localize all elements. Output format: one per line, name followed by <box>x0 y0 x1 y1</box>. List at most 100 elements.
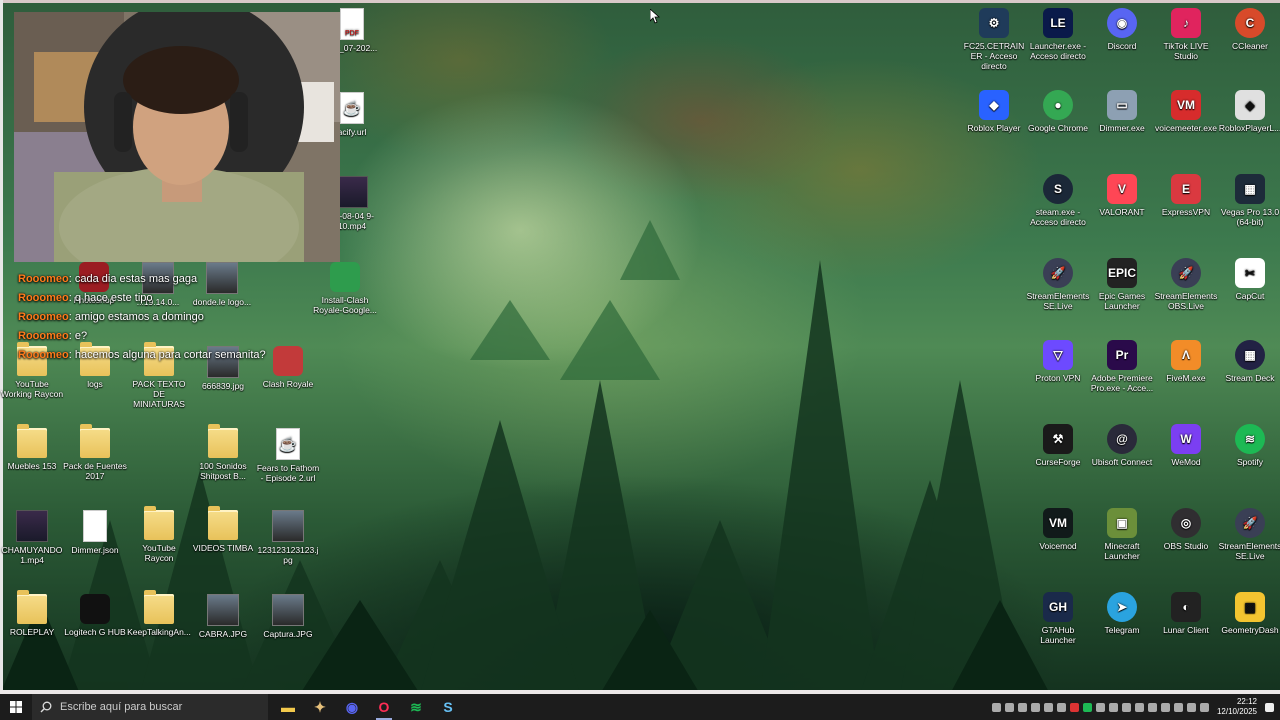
tray-icon[interactable] <box>1017 702 1027 712</box>
desktop-icon[interactable]: C CCleaner <box>1218 8 1280 51</box>
tray-icon[interactable] <box>1147 702 1157 712</box>
desktop-icon[interactable]: ◆ RobloxPlayerL... <box>1218 90 1280 133</box>
windows-logo-icon <box>10 701 22 713</box>
desktop-icon-label: logs <box>87 379 103 389</box>
desktop-icon[interactable]: @ Ubisoft Connect <box>1090 424 1154 467</box>
tray-icon[interactable] <box>1160 702 1170 712</box>
desktop-icon-label: StreamElements SE.Live <box>1218 541 1280 561</box>
desktop-icon[interactable]: ♪ TikTok LIVE Studio <box>1154 8 1218 61</box>
app-icon: ≋ <box>1235 424 1265 454</box>
desktop-icon[interactable]: ▭ Dimmer.exe <box>1090 90 1154 133</box>
desktop-icon[interactable]: ⚒ CurseForge <box>1026 424 1090 467</box>
desktop-icon[interactable]: 🚀 StreamElements SE.Live <box>1026 258 1090 311</box>
desktop-icon[interactable]: ⚙ FC25.CETRAINER - Acceso directo <box>962 8 1026 71</box>
desktop-icon[interactable]: ➤ Telegram <box>1090 592 1154 635</box>
desktop-icon[interactable]: 🚀 StreamElements SE.Live <box>1218 508 1280 561</box>
taskbar-clock[interactable]: 22:12 12/10/2025 <box>1213 697 1261 717</box>
volume-icon[interactable] <box>1186 702 1196 712</box>
desktop-icon[interactable]: V VALORANT <box>1090 174 1154 217</box>
desktop-icon[interactable]: ◐ Lunar Client <box>1154 592 1218 635</box>
taskbar-app-discord[interactable]: ◉ <box>336 694 368 720</box>
java-url-icon: ☕ <box>276 428 300 460</box>
desktop-icon[interactable]: 123123123123.jpg <box>256 510 320 565</box>
desktop-icon[interactable]: Captura.JPG <box>256 594 320 639</box>
desktop-icon[interactable]: W WeMod <box>1154 424 1218 467</box>
taskbar-app-streamelements[interactable]: ✦ <box>304 694 336 720</box>
app-icon: ● <box>1043 90 1073 120</box>
desktop-icon[interactable]: 100 Sonidos Shitpost B... <box>191 424 255 481</box>
file-icon <box>83 510 107 542</box>
desktop-icon[interactable]: ◉ Discord <box>1090 8 1154 51</box>
chat-text: : hacemos alguna para cortar semanita? <box>68 349 266 361</box>
desktop-icon[interactable]: ▩ GeometryDash <box>1218 592 1280 635</box>
tray-icon[interactable] <box>1082 702 1092 712</box>
desktop-icon[interactable]: ≋ Spotify <box>1218 424 1280 467</box>
desktop-icon[interactable]: Pr Adobe Premiere Pro.exe - Acce... <box>1090 340 1154 393</box>
tray-icon[interactable] <box>1095 702 1105 712</box>
desktop-icon[interactable]: ☕ Fears to Fathom - Episode 2.url <box>256 428 320 483</box>
app-icon: V <box>1107 174 1137 204</box>
desktop-icon[interactable]: ◎ OBS Studio <box>1154 508 1218 551</box>
app-glyph: ▦ <box>1244 182 1256 196</box>
tray-icon[interactable] <box>1030 702 1040 712</box>
tray-icon[interactable] <box>1043 702 1053 712</box>
desktop-icon[interactable]: VM Voicemod <box>1026 508 1090 551</box>
app-glyph: W <box>1180 432 1192 446</box>
desktop-icon[interactable]: CHAMUYANDO 1.mp4 <box>0 510 64 565</box>
taskbar-app-file-explorer[interactable]: ▬ <box>272 694 304 720</box>
tray-icon[interactable] <box>1134 702 1144 712</box>
desktop-icon-label: FiveM.exe <box>1166 373 1206 383</box>
language-icon[interactable] <box>1199 702 1209 712</box>
desktop-icon[interactable]: ● Google Chrome <box>1026 90 1090 133</box>
app-icon: VM <box>1043 508 1073 538</box>
desktop-icon-label: StreamElements SE.Live <box>1026 291 1090 311</box>
desktop-icon[interactable]: ▽ Proton VPN <box>1026 340 1090 383</box>
tray-icon[interactable] <box>1121 702 1131 712</box>
desktop-icon[interactable]: Dimmer.json <box>63 510 127 555</box>
desktop-icon[interactable]: ▦ Stream Deck <box>1218 340 1280 383</box>
desktop-icon[interactable]: GH GTAHub Launcher <box>1026 592 1090 645</box>
start-button[interactable] <box>0 694 32 720</box>
tray-icon[interactable] <box>1004 702 1014 712</box>
wifi-icon[interactable] <box>1173 702 1183 712</box>
desktop-icon[interactable]: VIDEOS TIMBA <box>191 506 255 553</box>
desktop-icon[interactable]: KeepTalkingAn... <box>127 590 191 637</box>
app-icon: VM <box>1171 90 1201 120</box>
desktop-icon[interactable]: 🚀 StreamElements OBS.Live <box>1154 258 1218 311</box>
app-glyph: ✂ <box>1244 266 1256 280</box>
desktop-icon[interactable]: EPIC Epic Games Launcher <box>1090 258 1154 311</box>
taskbar-app-opera-gx[interactable]: O <box>368 694 400 720</box>
desktop-icon[interactable]: ROLEPLAY <box>0 590 64 637</box>
desktop-icon[interactable]: LE Launcher.exe - Acceso directo <box>1026 8 1090 61</box>
desktop-icon[interactable]: ◆ Roblox Player <box>962 90 1026 133</box>
streamelements-icon: ✦ <box>314 698 326 715</box>
app-glyph: VM <box>1049 516 1067 530</box>
tray-icon[interactable] <box>991 702 1001 712</box>
desktop-icon[interactable]: VM voicemeeter.exe <box>1154 90 1218 133</box>
desktop-icon[interactable]: Muebles 153 <box>0 424 64 471</box>
notifications-icon[interactable] <box>1265 702 1274 712</box>
tray-icon[interactable] <box>1056 702 1066 712</box>
desktop-icon[interactable]: Λ FiveM.exe <box>1154 340 1218 383</box>
desktop-icon[interactable]: ✂ CapCut <box>1218 258 1280 301</box>
tray-icon[interactable] <box>1069 702 1079 712</box>
taskbar-search-box[interactable]: Escribe aquí para buscar <box>32 694 268 720</box>
desktop-icon[interactable]: E ExpressVPN <box>1154 174 1218 217</box>
desktop-icon-label: Voicemod <box>1039 541 1077 551</box>
taskbar-app-spotify[interactable]: ≋ <box>400 694 432 720</box>
desktop-icon[interactable]: Logitech G HUB <box>63 594 127 637</box>
app-glyph: Λ <box>1181 348 1190 362</box>
desktop-icon-label: RobloxPlayerL... <box>1218 123 1280 133</box>
desktop-icon[interactable]: CABRA.JPG <box>191 594 255 639</box>
desktop-icon[interactable]: Pack de Fuentes 2017 <box>63 424 127 481</box>
tray-icon[interactable] <box>1108 702 1118 712</box>
desktop-icon[interactable]: YouTube Raycon <box>127 506 191 563</box>
desktop-icon-label: KeepTalkingAn... <box>127 627 191 637</box>
app-icon: ◆ <box>1235 90 1265 120</box>
desktop-icon[interactable]: ▣ Minecraft Launcher <box>1090 508 1154 561</box>
desktop-icon-label: Adobe Premiere Pro.exe - Acce... <box>1090 373 1154 393</box>
taskbar-app-steam[interactable]: S <box>432 694 464 720</box>
chat-message: Rooomeo: amigo estamos a domingo <box>18 308 338 327</box>
desktop-icon[interactable]: ▦ Vegas Pro 13.0 (64-bit) <box>1218 174 1280 227</box>
desktop-icon[interactable]: Ssteam.exe - Acceso directo <box>1026 174 1090 227</box>
